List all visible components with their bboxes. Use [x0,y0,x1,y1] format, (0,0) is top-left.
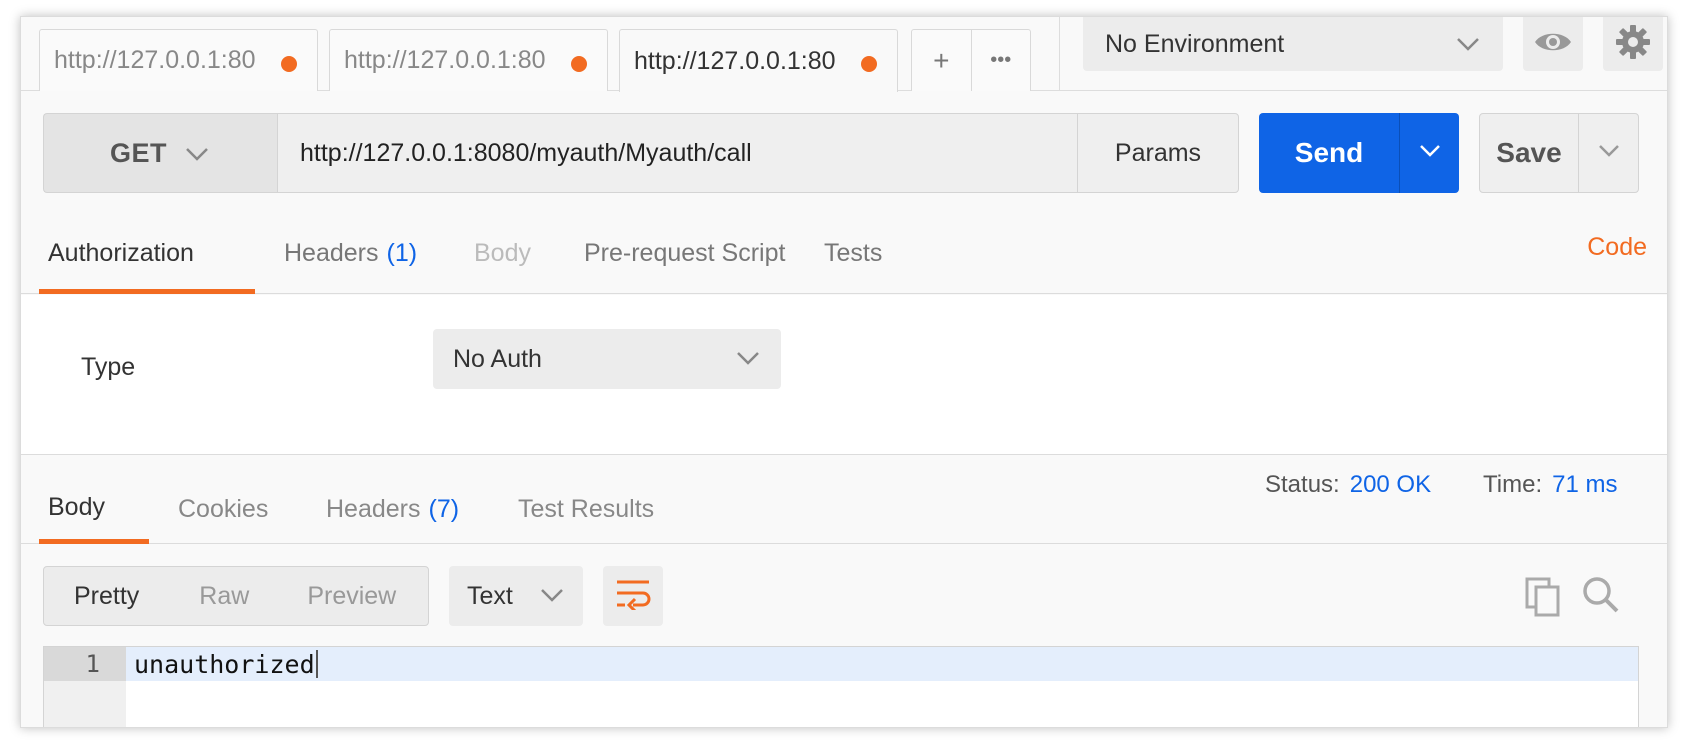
tab-label: Headers [284,239,379,267]
format-select[interactable]: Text [449,566,583,626]
save-button[interactable]: Save [1479,113,1639,193]
tab-actions: + ••• [911,29,1031,91]
tab-label: Pre-request Script [584,239,786,267]
response-tab-headers[interactable]: Headers (7) [317,457,468,544]
chevron-down-icon [184,142,210,173]
gear-icon [1615,24,1651,65]
save-label: Save [1496,137,1562,168]
params-button[interactable]: Params [1077,113,1239,193]
environment-value: No Environment [1105,29,1285,58]
tab-tests[interactable]: Tests [815,213,891,294]
request-tab-label: http://127.0.0.1:80 [634,46,836,75]
save-options-button[interactable] [1578,114,1638,192]
chevron-down-icon [1455,31,1481,64]
chevron-down-icon [539,582,565,615]
view-mode-toggle: Pretty Raw Preview [43,566,429,626]
view-preview-button[interactable]: Preview [249,582,396,611]
view-pretty-button[interactable]: Pretty [44,582,139,611]
line-number: 1 [44,647,126,681]
settings-button[interactable] [1603,17,1663,71]
postman-window: http://127.0.0.1:80 http://127.0.0.1:80 … [20,16,1668,728]
search-icon[interactable] [1581,575,1621,620]
tab-label: Tests [824,239,883,267]
authorization-panel: Type No Auth [21,295,1667,455]
time-label: Time: [1483,471,1543,498]
request-tab-3[interactable]: http://127.0.0.1:80 [619,29,898,92]
code-link[interactable]: Code [1587,233,1647,262]
headers-count-badge: (1) [386,239,418,267]
response-time: Time: 71 ms [1483,471,1617,499]
request-tabs: Authorization Headers (1) Body Pre-reque… [21,213,1667,294]
url-input[interactable]: http://127.0.0.1:8080/myauth/Myauth/call [277,113,1077,193]
environment-select[interactable]: No Environment [1083,17,1503,71]
response-tab-test-results[interactable]: Test Results [509,457,663,544]
tab-label: Test Results [518,495,655,523]
method-value: GET [110,137,168,168]
unsaved-dot-icon [571,56,587,72]
request-tab-1[interactable]: http://127.0.0.1:80 [39,29,318,91]
tab-label: Body [48,492,105,521]
response-body-text: unauthorized [134,649,315,679]
divider [1059,17,1060,91]
eye-icon [1533,29,1573,60]
wrap-lines-icon [615,578,651,615]
response-tab-body[interactable]: Body [39,457,149,544]
send-label: Send [1294,137,1364,168]
view-raw-button[interactable]: Raw [139,582,249,611]
request-tab-label: http://127.0.0.1:80 [54,46,256,74]
request-tab-2[interactable]: http://127.0.0.1:80 [329,29,608,91]
request-tab-label: http://127.0.0.1:80 [344,46,546,74]
tab-authorization[interactable]: Authorization [39,213,255,294]
wrap-lines-button[interactable] [603,566,663,626]
auth-type-value: No Auth [453,344,542,373]
send-options-button[interactable] [1399,113,1459,193]
copy-icon[interactable] [1525,577,1561,622]
method-select[interactable]: GET [43,113,277,193]
request-tab-bar: http://127.0.0.1:80 http://127.0.0.1:80 … [21,17,1667,92]
send-button[interactable]: Send [1259,113,1459,193]
auth-type-label: Type [81,353,136,381]
unsaved-dot-icon [281,56,297,72]
tab-headers[interactable]: Headers (1) [275,213,426,294]
status-value: 200 OK [1349,471,1432,498]
status-label: Status: [1265,471,1340,498]
tab-label: Body [474,239,531,267]
time-value: 71 ms [1552,471,1618,498]
text-cursor [315,650,318,678]
editor-line-text: unauthorized [134,647,318,681]
more-tabs-button[interactable]: ••• [970,30,1031,91]
environment-quick-look-button[interactable] [1523,17,1583,71]
auth-type-select[interactable]: No Auth [433,329,781,389]
response-body-editor[interactable]: 1 unauthorized [43,646,1639,727]
chevron-down-icon [735,345,761,378]
new-tab-button[interactable]: + [912,30,971,91]
tab-body[interactable]: Body [465,213,540,294]
tab-label: Headers [326,495,421,523]
chevron-down-icon [1418,140,1442,167]
unsaved-dot-icon [861,56,877,72]
tab-label: Authorization [48,239,194,267]
headers-count-badge: (7) [428,495,460,523]
response-tab-cookies[interactable]: Cookies [169,457,277,544]
tab-label: Cookies [178,495,269,523]
response-status: Status: 200 OK [1265,471,1431,499]
tab-prerequest-script[interactable]: Pre-request Script [575,213,794,294]
chevron-down-icon [1597,140,1621,167]
format-value: Text [467,581,513,610]
